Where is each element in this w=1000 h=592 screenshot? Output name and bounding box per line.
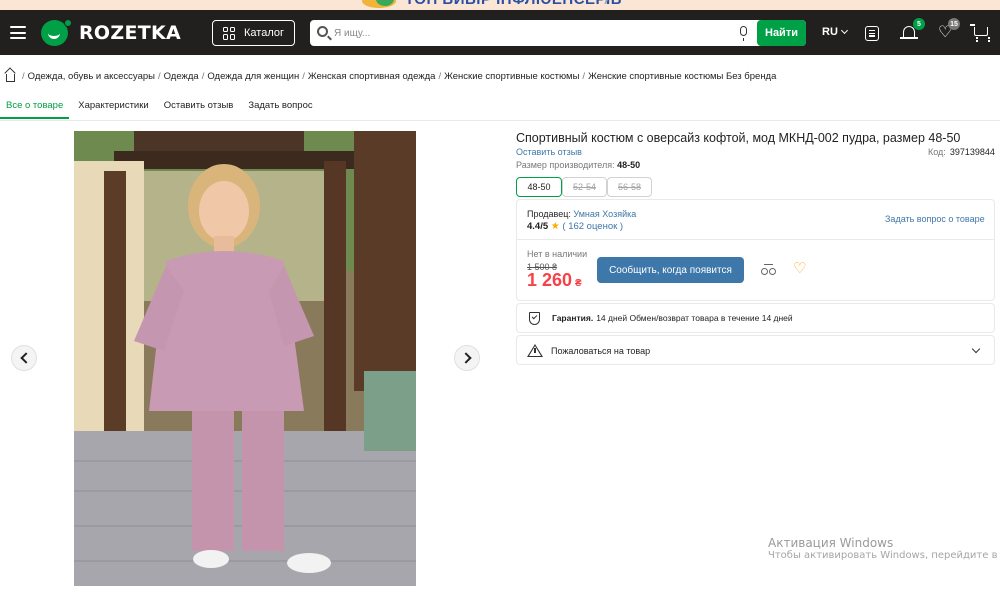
tabs-divider [0, 120, 1000, 121]
breadcrumb-separator: / [302, 71, 305, 82]
complain-card[interactable]: Пожаловаться на товар [516, 335, 995, 365]
chevron-down-icon [840, 26, 848, 35]
promo-banner[interactable]: ТОП ВИБІР ІНФЛЮЕНСЕРІВ [0, 0, 1000, 10]
orders-list-icon[interactable] [865, 26, 879, 41]
warranty-card: Гарантия. 14 дней Обмен/возврат товара в … [516, 303, 995, 333]
breadcrumb-separator: / [582, 71, 586, 82]
shield-icon [529, 312, 540, 325]
manufacturer-size-value: 48-50 [617, 160, 641, 170]
promo-text: ТОП ВИБІР ІНФЛЮЕНСЕРІВ [405, 0, 622, 8]
product-title: Спортивный костюм с оверсайз кофтой, мод… [516, 131, 961, 145]
breadcrumb-item[interactable]: Одежда для женщин [207, 71, 299, 82]
search-button[interactable]: Найти [757, 20, 806, 46]
language-label: RU [822, 26, 838, 38]
chevron-right-icon [460, 352, 472, 364]
tab-all-about-product[interactable]: Все о товаре [0, 100, 70, 120]
seller-line: Продавец: Умная Хозяйка [527, 209, 636, 219]
catalog-button[interactable]: Каталог [212, 20, 295, 46]
tab-ask-question[interactable]: Задать вопрос [248, 100, 312, 120]
breadcrumb-item[interactable]: Одежда [164, 71, 199, 82]
product-code: Код: 397139844 [928, 147, 995, 157]
seller-name-link[interactable]: Умная Хозяйка [573, 209, 636, 219]
breadcrumb-separator: / [438, 71, 442, 82]
tab-characteristics[interactable]: Характеристики [78, 100, 148, 120]
chevron-left-icon [20, 352, 32, 364]
logo-dot [64, 19, 72, 27]
catalog-label: Каталог [244, 27, 284, 39]
tab-leave-review[interactable]: Оставить отзыв [164, 100, 234, 120]
wishlist-count-badge: 15 [948, 18, 960, 30]
size-option-label: 56-58 [617, 182, 642, 192]
breadcrumb-item[interactable]: Женские спортивные костюмы [444, 71, 579, 82]
breadcrumb: / Одежда, обувь и аксессуары / Одежда / … [6, 71, 776, 82]
complain-label: Пожаловаться на товар [551, 346, 651, 356]
stock-status: Нет в наличии [527, 249, 588, 259]
size-option-48-50[interactable]: 48-50 [516, 177, 562, 197]
search-icon [317, 26, 328, 37]
notify-when-available-button[interactable]: Сообщить, когда появится [597, 257, 744, 283]
home-icon[interactable] [6, 73, 15, 82]
logo-text[interactable]: ROZETKA [79, 22, 181, 44]
breadcrumb-separator: / [157, 71, 161, 82]
notifications-bell-icon[interactable] [900, 26, 918, 39]
warning-icon-mark [534, 348, 536, 353]
seller-rating: 4.4/5 ★ ( 162 оценок ) [527, 221, 623, 232]
product-code-label: Код: [928, 147, 946, 157]
warranty-label: Гарантия. [552, 313, 594, 323]
gallery-prev-button[interactable] [11, 345, 37, 371]
seller-label: Продавец: [527, 209, 571, 219]
add-to-wishlist-heart-icon[interactable]: ♡ [793, 261, 806, 276]
leave-review-link[interactable]: Оставить отзыв [516, 147, 582, 157]
warranty-details: 14 дней Обмен/возврат товара в течение 1… [596, 313, 793, 323]
site-header: ROZETKA Каталог Найти RU 5 ♡ 15 [0, 10, 1000, 55]
cart-icon[interactable] [970, 24, 990, 40]
breadcrumb-item[interactable]: Одежда, обувь и аксессуары [28, 71, 155, 82]
manufacturer-size-label: Размер производителя: [516, 160, 615, 170]
seller-offer-card: Продавец: Умная Хозяйка 4.4/5 ★ ( 162 оц… [516, 199, 995, 301]
warranty-text: Гарантия. 14 дней Обмен/возврат товара в … [552, 313, 793, 323]
seller-reviews-link[interactable]: ( 162 оценок ) [562, 221, 623, 232]
menu-icon[interactable] [10, 26, 26, 39]
windows-activation-subtitle: Чтобы активировать Windows, перейдите в … [768, 550, 1000, 561]
breadcrumb-item[interactable]: Женские спортивные костюмы Без бренда [588, 71, 776, 82]
ask-seller-link[interactable]: Задать вопрос о товаре [885, 214, 985, 224]
chevron-down-icon[interactable] [971, 344, 981, 354]
product-tabs: Все о товаре Характеристики Оставить отз… [0, 100, 328, 120]
current-price: 1 260 ₴ [527, 270, 582, 291]
currency-symbol: ₴ [575, 278, 582, 289]
size-option-56-58[interactable]: 56-58 [607, 177, 652, 197]
breadcrumb-separator: / [201, 71, 205, 82]
star-icon: ★ [550, 221, 560, 232]
size-option-label: 48-50 [527, 182, 551, 192]
seller-rating-value: 4.4/5 [527, 221, 549, 232]
product-code-value: 397139844 [949, 147, 995, 157]
notifications-count-badge: 5 [913, 18, 925, 30]
windows-activation-title: Активация Windows [768, 536, 894, 550]
size-option-label: 52-54 [572, 182, 597, 192]
search-input[interactable] [334, 24, 734, 42]
grid-icon [223, 26, 236, 40]
size-option-52-54[interactable]: 52-54 [562, 177, 607, 197]
seller-divider [517, 239, 994, 240]
manufacturer-size: Размер производителя: 48-50 [516, 160, 640, 170]
microphone-icon[interactable] [740, 26, 747, 41]
breadcrumb-item[interactable]: Женская спортивная одежда [308, 71, 436, 82]
compare-scales-icon[interactable] [761, 264, 777, 276]
product-photo[interactable] [74, 131, 416, 586]
search-bar: Найти [310, 20, 806, 46]
language-switcher[interactable]: RU [822, 26, 848, 38]
gallery-next-button[interactable] [454, 345, 480, 371]
breadcrumb-separator: / [22, 71, 25, 82]
current-price-value: 1 260 [527, 270, 573, 290]
